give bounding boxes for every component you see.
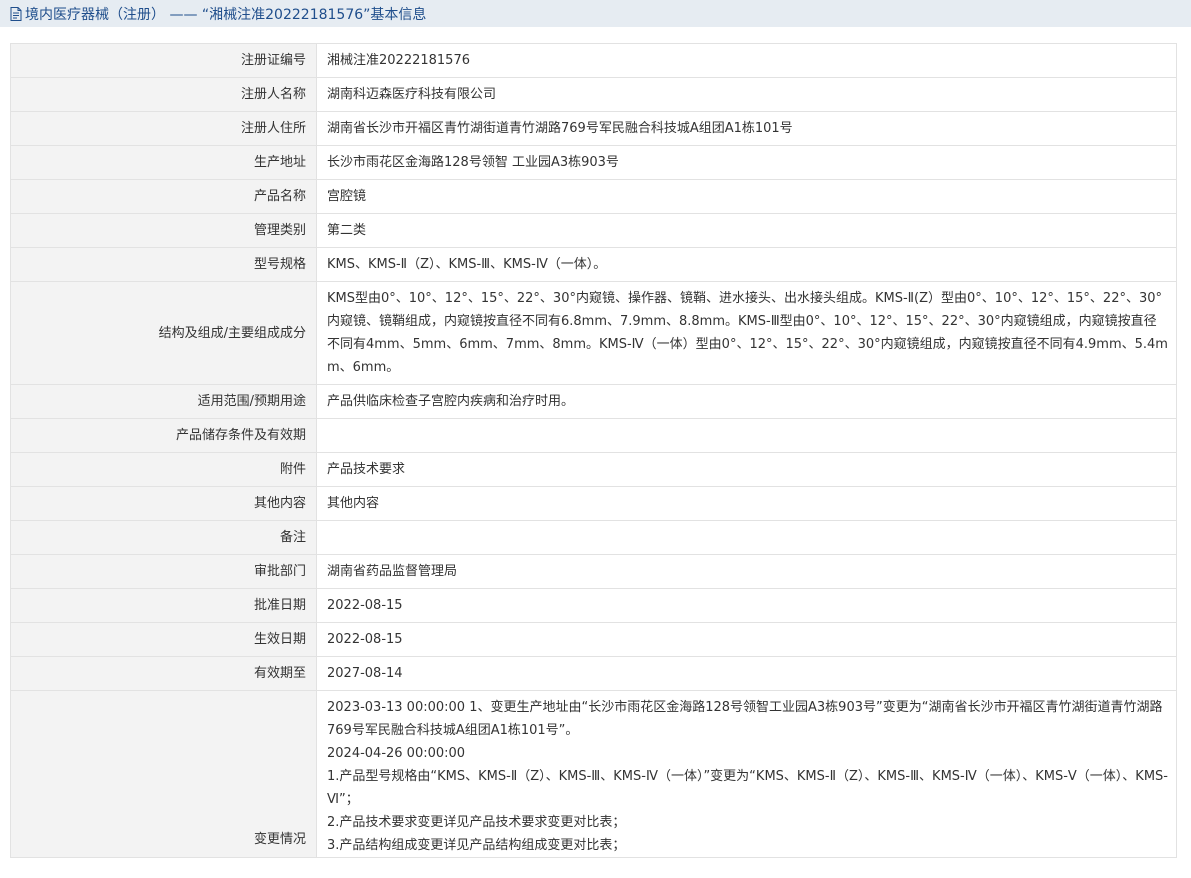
field-label: 生产地址: [10, 145, 317, 180]
field-label: 管理类别: [10, 213, 317, 248]
field-label: 结构及组成/主要组成成分: [10, 281, 317, 385]
field-value: 湖南科迈森医疗科技有限公司: [316, 77, 1177, 112]
field-label: 注册人名称: [10, 77, 317, 112]
table-row: 批准日期 2022-08-15: [10, 588, 1177, 623]
table-row: 管理类别 第二类: [10, 213, 1177, 248]
field-value: 长沙市雨花区金海路128号领智 工业园A3栋903号: [316, 145, 1177, 180]
table-row: 注册人住所 湖南省长沙市开福区青竹湖街道青竹湖路769号军民融合科技城A组团A1…: [10, 111, 1177, 146]
table-row: 生产地址 长沙市雨花区金海路128号领智 工业园A3栋903号: [10, 145, 1177, 180]
field-value: 湖南省长沙市开福区青竹湖街道青竹湖路769号军民融合科技城A组团A1栋101号: [316, 111, 1177, 146]
field-value: 2022-08-15: [316, 622, 1177, 657]
table-row: 审批部门 湖南省药品监督管理局: [10, 554, 1177, 589]
table-row: 备注: [10, 520, 1177, 555]
change-line: 2.产品技术要求变更详见产品技术要求变更对比表；: [327, 815, 626, 830]
info-table: 注册证编号 湘械注准20222181576 注册人名称 湖南科迈森医疗科技有限公…: [10, 43, 1177, 858]
field-value: 其他内容: [316, 486, 1177, 521]
field-label: 产品储存条件及有效期: [10, 418, 317, 453]
page-header: 境内医疗器械（注册） —— “湘械注准20222181576”基本信息: [0, 0, 1191, 27]
table-row: 结构及组成/主要组成成分 KMS型由0°、10°、12°、15°、22°、30°…: [10, 281, 1177, 385]
change-line: 2024-04-26 00:00:00: [327, 746, 466, 761]
field-label: 生效日期: [10, 622, 317, 657]
table-row: 型号规格 KMS、KMS-Ⅱ（Z）、KMS-Ⅲ、KMS-Ⅳ（一体）。: [10, 247, 1177, 282]
document-icon: [10, 6, 22, 21]
field-value: 第二类: [316, 213, 1177, 248]
field-value: 产品供临床检查子宫腔内疾病和治疗时用。: [316, 384, 1177, 419]
table-row: 有效期至 2027-08-14: [10, 656, 1177, 691]
field-label: 注册证编号: [10, 43, 317, 78]
field-value: [316, 418, 1177, 453]
field-value: 2027-08-14: [316, 656, 1177, 691]
field-label: 附件: [10, 452, 317, 487]
change-line: 2023-03-13 00:00:00 1、变更生产地址由“长沙市雨花区金海路1…: [327, 700, 1163, 738]
field-value: 产品技术要求: [316, 452, 1177, 487]
field-label: 审批部门: [10, 554, 317, 589]
table-row: 注册证编号 湘械注准20222181576: [10, 43, 1177, 78]
field-label: 变更情况: [10, 690, 317, 858]
page-title: 境内医疗器械（注册） —— “湘械注准20222181576”基本信息: [25, 6, 427, 23]
table-row: 附件 产品技术要求: [10, 452, 1177, 487]
table-row-change-history: 变更情况 2023-03-13 00:00:00 1、变更生产地址由“长沙市雨花…: [10, 690, 1177, 858]
table-row: 产品储存条件及有效期: [10, 418, 1177, 453]
field-label: 型号规格: [10, 247, 317, 282]
change-line: 3.产品结构组成变更详见产品结构组成变更对比表；: [327, 838, 626, 853]
table-row: 注册人名称 湖南科迈森医疗科技有限公司: [10, 77, 1177, 112]
field-label: 备注: [10, 520, 317, 555]
field-label: 注册人住所: [10, 111, 317, 146]
info-table-wrapper: 注册证编号 湘械注准20222181576 注册人名称 湖南科迈森医疗科技有限公…: [0, 27, 1177, 858]
change-history-value: 2023-03-13 00:00:00 1、变更生产地址由“长沙市雨花区金海路1…: [316, 690, 1177, 858]
table-row: 生效日期 2022-08-15: [10, 622, 1177, 657]
table-row: 其他内容 其他内容: [10, 486, 1177, 521]
field-label: 适用范围/预期用途: [10, 384, 317, 419]
field-label: 有效期至: [10, 656, 317, 691]
table-row: 产品名称 宫腔镜: [10, 179, 1177, 214]
field-value: KMS型由0°、10°、12°、15°、22°、30°内窥镜、操作器、镜鞘、进水…: [316, 281, 1177, 385]
field-value: 湖南省药品监督管理局: [316, 554, 1177, 589]
field-value: 2022-08-15: [316, 588, 1177, 623]
field-label: 批准日期: [10, 588, 317, 623]
table-row: 适用范围/预期用途 产品供临床检查子宫腔内疾病和治疗时用。: [10, 384, 1177, 419]
field-label: 其他内容: [10, 486, 317, 521]
field-value: KMS、KMS-Ⅱ（Z）、KMS-Ⅲ、KMS-Ⅳ（一体）。: [316, 247, 1177, 282]
field-value: [316, 520, 1177, 555]
field-label: 产品名称: [10, 179, 317, 214]
field-value: 湘械注准20222181576: [316, 43, 1177, 78]
change-line: 1.产品型号规格由“KMS、KMS-Ⅱ（Z）、KMS-Ⅲ、KMS-Ⅳ（一体）”变…: [327, 769, 1168, 807]
field-value: 宫腔镜: [316, 179, 1177, 214]
